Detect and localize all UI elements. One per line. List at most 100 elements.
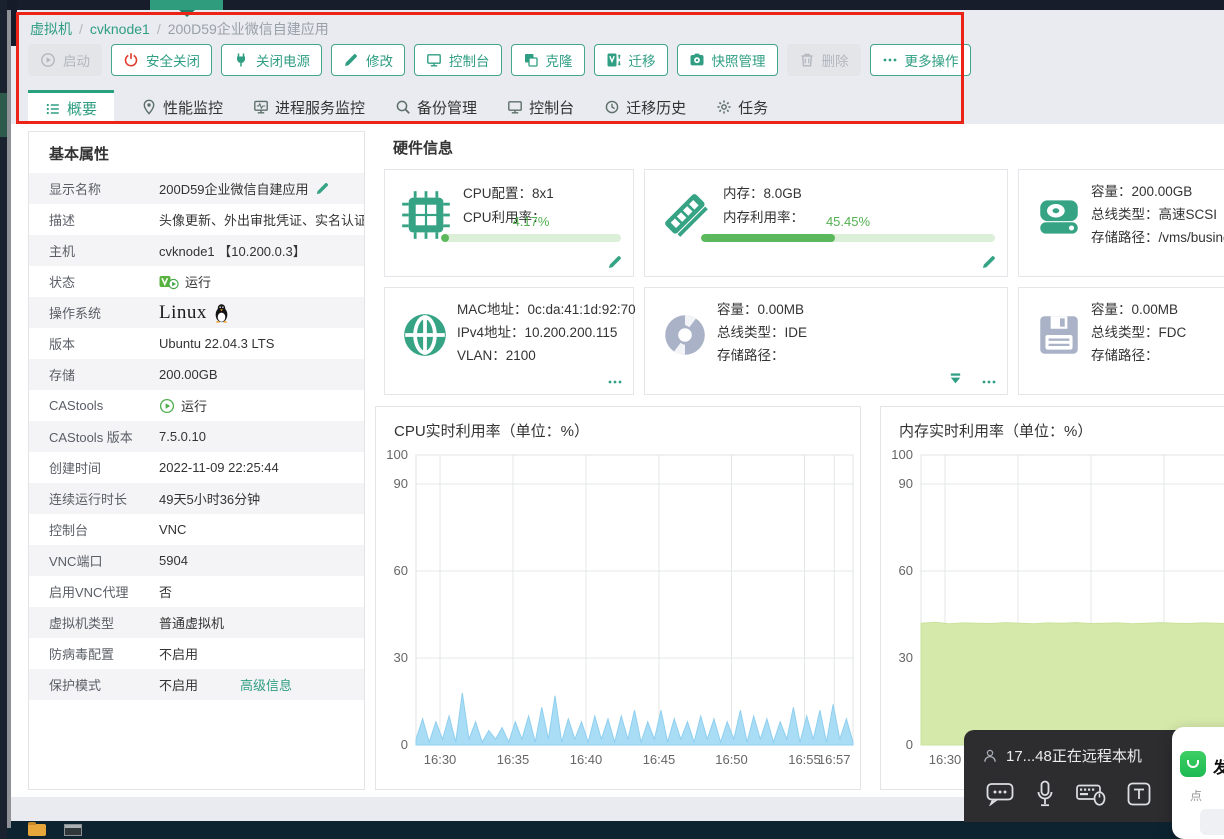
- memory-card: 内存：8.0GB 内存利用率： 45.45%: [644, 169, 1008, 277]
- svg-text:60: 60: [899, 563, 913, 578]
- edit-memory-pencil-icon[interactable]: [981, 254, 997, 270]
- tab-backup-label: 备份管理: [417, 99, 478, 117]
- floppy-icon: [1034, 310, 1084, 360]
- cdrom-card: 容量：0.00MB 总线类型：IDE 存储路径：: [644, 287, 1008, 395]
- console-label: 控制台: [449, 54, 490, 69]
- play-circle-icon: [159, 398, 175, 414]
- breadcrumb-host-link[interactable]: cvknode1: [90, 21, 150, 37]
- play-icon: [40, 52, 56, 68]
- modify-button[interactable]: 修改: [331, 44, 405, 76]
- terminal-icon[interactable]: [64, 824, 82, 836]
- cpu-usage-bar: [441, 234, 621, 242]
- start-button[interactable]: 启动: [28, 44, 102, 76]
- more-actions-button[interactable]: 更多操作: [869, 44, 971, 76]
- edit-name-pencil-icon[interactable]: [315, 181, 330, 196]
- prop-row-storage: 存储 200.00GB: [29, 359, 364, 390]
- prop-row-console-type: 控制台 VNC: [29, 514, 364, 545]
- snapshot-button[interactable]: 快照管理: [676, 44, 778, 76]
- delete-button[interactable]: 删除: [786, 44, 861, 76]
- prop-label: 启用VNC代理: [49, 585, 129, 600]
- tab-summary[interactable]: 概要: [28, 90, 115, 124]
- remote-toolbar-handle[interactable]: [150, 0, 223, 10]
- tab-performance-monitor[interactable]: 性能监控: [138, 90, 226, 124]
- svg-text:16:57: 16:57: [818, 752, 851, 767]
- prop-row-protect-mode: 保护模式 不启用 高级信息: [29, 669, 364, 700]
- chat-icon[interactable]: [986, 782, 1014, 806]
- prop-value: Ubuntu 22.04.3 LTS: [159, 336, 275, 351]
- power-off-label: 关闭电源: [256, 54, 310, 69]
- prop-row-uptime: 连续运行时长 49天5小时36分钟: [29, 483, 364, 514]
- tab-summary-label: 概要: [67, 101, 98, 118]
- memory-usage-percent: 45.45%: [825, 214, 871, 229]
- prop-row-vm-type: 虚拟机类型 普通虚拟机: [29, 607, 364, 638]
- console-button[interactable]: 控制台: [414, 44, 502, 76]
- cpu-chart-svg: 0 30 60 90 100 16:30 16:35 16:40 16:45 16:50 16:55…: [386, 447, 854, 767]
- tab-console-label: 控制台: [529, 99, 575, 117]
- desktop-taskbar: [0, 821, 1224, 839]
- safe-shutdown-button[interactable]: 安全关闭: [111, 44, 212, 76]
- folder-icon[interactable]: [28, 822, 46, 836]
- ellipsis-icon: [882, 52, 898, 68]
- cpu-usage-percent: 4.17%: [512, 214, 550, 229]
- prop-value: 否: [159, 585, 173, 600]
- breadcrumb-separator: /: [79, 21, 83, 37]
- notification-title: 发: [1213, 760, 1224, 777]
- prop-label: CAStools: [49, 398, 104, 413]
- disk-bus-line: 总线类型：高速SCSI: [1091, 207, 1218, 222]
- advanced-info-link[interactable]: 高级信息: [240, 675, 292, 694]
- camera-icon: [689, 52, 705, 68]
- tab-tasks[interactable]: 任务: [713, 90, 771, 124]
- cdrom-more-icon[interactable]: [981, 374, 997, 390]
- notification-card: 发 点: [1172, 727, 1224, 839]
- svg-text:90: 90: [394, 476, 408, 491]
- prop-value: 200D59企业微信自建应用: [159, 182, 309, 197]
- tab-console[interactable]: 控制台: [504, 90, 577, 124]
- svg-text:100: 100: [386, 447, 408, 462]
- basic-properties-title: 基本属性: [49, 146, 110, 163]
- breadcrumb-vm-link[interactable]: 虚拟机: [30, 19, 72, 39]
- prop-value: 7.5.0.10: [159, 429, 206, 444]
- tab-migration-history-label: 迁移历史: [626, 99, 687, 117]
- tab-process-service-monitor[interactable]: 进程服务监控: [250, 90, 368, 124]
- tab-tasks-label: 任务: [738, 99, 769, 117]
- disk-path-line: 存储路径：/vms/business: [1091, 230, 1224, 245]
- prop-label: VNC端口: [49, 554, 103, 569]
- left-window-border: [7, 10, 11, 828]
- app-notification-icon: [1180, 751, 1206, 777]
- history-icon: [604, 99, 620, 115]
- tab-migration-history[interactable]: 迁移历史: [601, 90, 689, 124]
- prop-row-castools: CAStools 运行: [29, 390, 364, 421]
- eject-icon[interactable]: [948, 371, 963, 386]
- clone-button[interactable]: 克隆: [510, 44, 585, 76]
- prop-label: 版本: [49, 337, 76, 352]
- prop-value: 头像更新、外出审批凭证、实名认证: [159, 213, 364, 228]
- migrate-button[interactable]: 迁移: [593, 44, 668, 76]
- text-input-icon[interactable]: [1127, 782, 1151, 806]
- memory-usage-bar: [701, 234, 995, 242]
- floppy-card: 容量：0.00MB 总线类型：FDC 存储路径：: [1018, 287, 1224, 395]
- power-off-button[interactable]: 关闭电源: [221, 44, 322, 76]
- microphone-icon[interactable]: [1035, 780, 1055, 808]
- tab-backup-management[interactable]: 备份管理: [392, 90, 480, 124]
- prop-label: 创建时间: [49, 461, 102, 476]
- penguin-icon: [213, 303, 230, 323]
- prop-label: 主机: [49, 244, 76, 259]
- screen: 虚拟机 / cvknode1 / 200D59企业微信自建应用 启动 安全关闭 …: [0, 0, 1224, 839]
- notification-body: 点: [1190, 789, 1203, 803]
- prop-value: 5904: [159, 553, 188, 568]
- vm-action-toolbar: 启动 安全关闭 关闭电源 修改 控制台 克隆 迁移 快照管理 删除 更多操作: [28, 44, 971, 76]
- start-button-label: 启动: [63, 54, 90, 69]
- notification-button[interactable]: [1200, 809, 1224, 835]
- edit-cpu-pencil-icon[interactable]: [607, 254, 623, 270]
- keyboard-mouse-icon[interactable]: [1076, 782, 1106, 806]
- svg-text:16:50: 16:50: [715, 752, 748, 767]
- prop-row-description: 描述 头像更新、外出审批凭证、实名认证: [29, 204, 364, 235]
- plug-icon: [233, 52, 249, 68]
- prop-label: 状态: [49, 275, 76, 290]
- tab-performance-label: 性能监控: [163, 99, 224, 117]
- prop-label: 存储: [49, 368, 76, 383]
- cdrom-bus-line: 总线类型：IDE: [717, 325, 808, 340]
- monitor-pulse-icon: [253, 99, 269, 115]
- network-more-icon[interactable]: [607, 374, 623, 390]
- hdd-icon: [1034, 192, 1084, 242]
